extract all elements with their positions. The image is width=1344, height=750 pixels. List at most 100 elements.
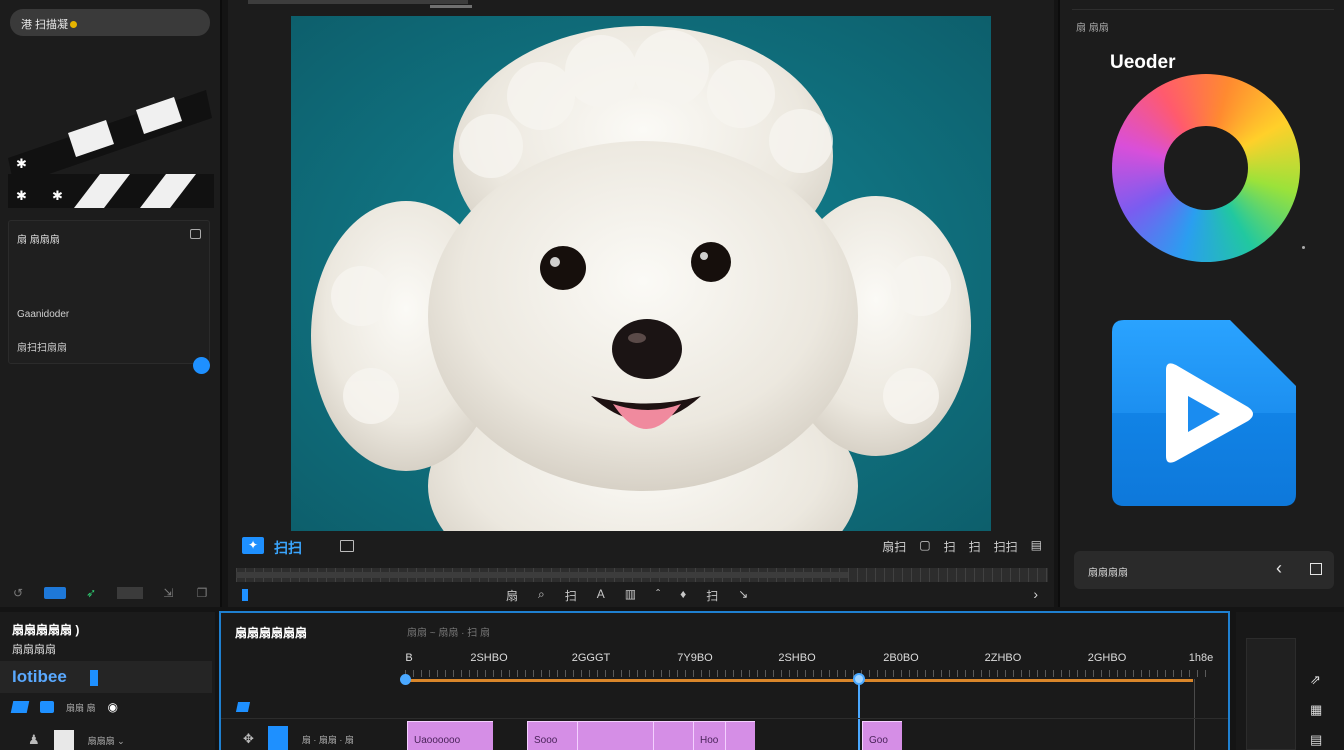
play-icon[interactable]: ✦ <box>242 537 264 554</box>
track-color-swatch[interactable] <box>267 726 288 750</box>
timeline-clip[interactable]: Goo <box>862 721 902 750</box>
project-track-label: 扇扇扇 ⌄ <box>87 735 125 746</box>
undo-icon[interactable]: ↺ <box>10 586 26 600</box>
properties-line-1: Gaanidoder <box>17 309 70 320</box>
project-tools: 扇扇 扇 ◉ <box>10 700 118 714</box>
timeline-clip[interactable] <box>725 721 755 750</box>
properties-line-2: 扇扫扫扇扇 <box>17 343 67 354</box>
layout-icon[interactable]: ▤ <box>1310 732 1322 748</box>
track-label: 扇 · 扇扇 · 扇 <box>301 734 354 745</box>
wand-icon[interactable]: ⇗ <box>1310 672 1322 688</box>
in-point-marker[interactable] <box>242 589 248 601</box>
property-slider-handle[interactable] <box>193 357 210 374</box>
inspector-panel: 扇 扇扇 Ueoder 扇扇扇扇 ‹ <box>1058 0 1344 607</box>
status-dot-icon <box>70 21 78 28</box>
ratio-button[interactable]: 扇扫 <box>882 538 906 555</box>
audio-icon[interactable]: 扫 <box>944 538 956 555</box>
keyframe-icon[interactable]: ˆ <box>656 587 660 604</box>
properties-title: 扇 扇扇扇 <box>17 235 60 246</box>
back-icon[interactable]: ‹ <box>1276 558 1282 579</box>
fullscreen-icon[interactable]: ▤ <box>1031 538 1042 555</box>
split-icon[interactable]: 扇 <box>506 587 518 604</box>
level-meter <box>1246 638 1296 750</box>
inspector-tab-label[interactable]: 扇 扇扇 <box>1076 19 1109 34</box>
inspector-footer-label: 扇扇扇扇 <box>1088 568 1128 579</box>
sticker-icon[interactable]: 扫 <box>706 587 718 604</box>
player-logo-icon <box>1112 320 1296 506</box>
document-icon[interactable] <box>340 540 354 552</box>
project-row[interactable]: Iotibee <box>0 661 212 693</box>
color-icon[interactable]: 扫 <box>969 538 981 555</box>
timeline-clip[interactable] <box>653 721 693 750</box>
search-input[interactable]: 港 扫描凝 <box>10 9 210 36</box>
playhead-line[interactable] <box>858 679 860 750</box>
tick-label: 7Y9BO <box>677 652 713 664</box>
track-divider <box>221 718 1228 719</box>
range-end-line <box>1194 679 1195 750</box>
tick-label: 2ZHBO <box>984 652 1022 664</box>
inspector-footer: 扇扇扇扇 ‹ <box>1074 551 1334 589</box>
top-strip-marker <box>430 5 472 8</box>
playback-label: 扫扫 <box>274 540 302 556</box>
timeline-clip[interactable] <box>577 721 653 750</box>
media-view-button[interactable] <box>43 587 66 599</box>
tick-label: 2GHBO <box>1087 652 1127 664</box>
encoder-title: Ueoder <box>1110 52 1176 73</box>
project-panel: 扇扇扇扇扇 ) 扇扇扇扇 Iotibee 扇扇 扇 ◉ ♟ 扇扇扇 ⌄ <box>0 612 215 750</box>
inspector-top-border <box>1072 0 1334 10</box>
stop-icon[interactable] <box>1310 563 1322 575</box>
timeline-meta: 扇扇 ~ 扇扇 · 扫 扇 <box>407 628 491 639</box>
project-selected-marker <box>90 670 98 686</box>
media-panel: 港 扫描凝 ✱ ✱ ✱ 扇 扇扇扇 Gaanidoder 扇扫扫扇扇 ↺ ➶ ⇲… <box>0 0 222 607</box>
fill-icon[interactable]: ♦ <box>680 587 686 604</box>
playhead-handle[interactable] <box>853 673 865 685</box>
project-name: Iotibee <box>12 667 67 686</box>
project-track-row: ♟ 扇扇扇 ⌄ <box>28 730 125 750</box>
video-viewer[interactable] <box>291 16 991 531</box>
svg-text:✱: ✱ <box>16 157 27 172</box>
svg-text:✱: ✱ <box>52 189 63 204</box>
timeline-clip[interactable]: Hoo <box>693 721 725 750</box>
text-icon[interactable]: A <box>597 587 605 604</box>
copy-icon[interactable]: ❐ <box>194 586 210 600</box>
timeline-clip[interactable]: Uaoooooo <box>407 721 493 750</box>
top-strip <box>248 0 468 4</box>
cursor-icon[interactable]: ↘ <box>738 587 748 604</box>
move-icon[interactable]: ✥ <box>243 731 254 747</box>
folder-icon[interactable] <box>40 701 54 713</box>
time-ruler[interactable] <box>405 670 1213 677</box>
preview-scrubber[interactable] <box>236 568 1048 582</box>
timeline-clip[interactable]: Sooo <box>527 721 577 750</box>
search-icon[interactable]: ⌕ <box>538 587 545 604</box>
wheel-handle[interactable] <box>1302 246 1305 249</box>
timeline-panel: 扇扇扇扇扇扇 扇扇 ~ 扇扇 · 扫 扇 B 2SHBO 2GGGT 7Y9BO… <box>219 611 1230 750</box>
panel-toggle-icon[interactable] <box>190 229 201 239</box>
color-wheel-center <box>1164 126 1248 210</box>
trim-icon[interactable]: 扫 <box>565 587 577 604</box>
tick-label: 2SHBO <box>470 652 508 664</box>
scrubber-progress <box>236 572 848 578</box>
work-range-bar[interactable] <box>405 679 1193 682</box>
video-track-icon[interactable] <box>10 701 30 713</box>
record-icon[interactable]: ◉ <box>108 700 118 714</box>
effects-icon[interactable]: 扫扫 <box>994 538 1018 555</box>
tick-label: B <box>405 652 413 664</box>
thumbnail-swatch[interactable] <box>53 730 74 750</box>
grid-view-button[interactable] <box>116 587 143 599</box>
grid-icon[interactable]: ▦ <box>1310 702 1322 718</box>
dog-preview-frame <box>291 16 991 531</box>
razor-icon[interactable]: ➶ <box>83 586 99 600</box>
safe-frame-icon[interactable]: ▢ <box>919 538 930 555</box>
tick-label: 1h8e <box>1188 652 1214 664</box>
track-header-icon[interactable] <box>235 702 251 712</box>
project-panel-title: 扇扇扇扇扇 ) <box>12 623 80 637</box>
export-icon[interactable]: ⇲ <box>160 586 176 600</box>
svg-text:✱: ✱ <box>16 189 27 204</box>
crop-icon[interactable]: ▥ <box>625 587 636 604</box>
media-toolbar: ↺ ➶ ⇲ ❐ <box>10 584 210 602</box>
range-start-handle[interactable] <box>400 674 411 685</box>
time-ruler-labels: B 2SHBO 2GGGT 7Y9BO 2SHBO 2B0BO 2ZHBO 2G… <box>405 652 1217 666</box>
chevron-right-icon[interactable]: › <box>1033 586 1038 602</box>
tick-label: 2GGGT <box>571 652 611 664</box>
clip-properties-card: 扇 扇扇扇 Gaanidoder 扇扫扫扇扇 <box>8 220 210 364</box>
